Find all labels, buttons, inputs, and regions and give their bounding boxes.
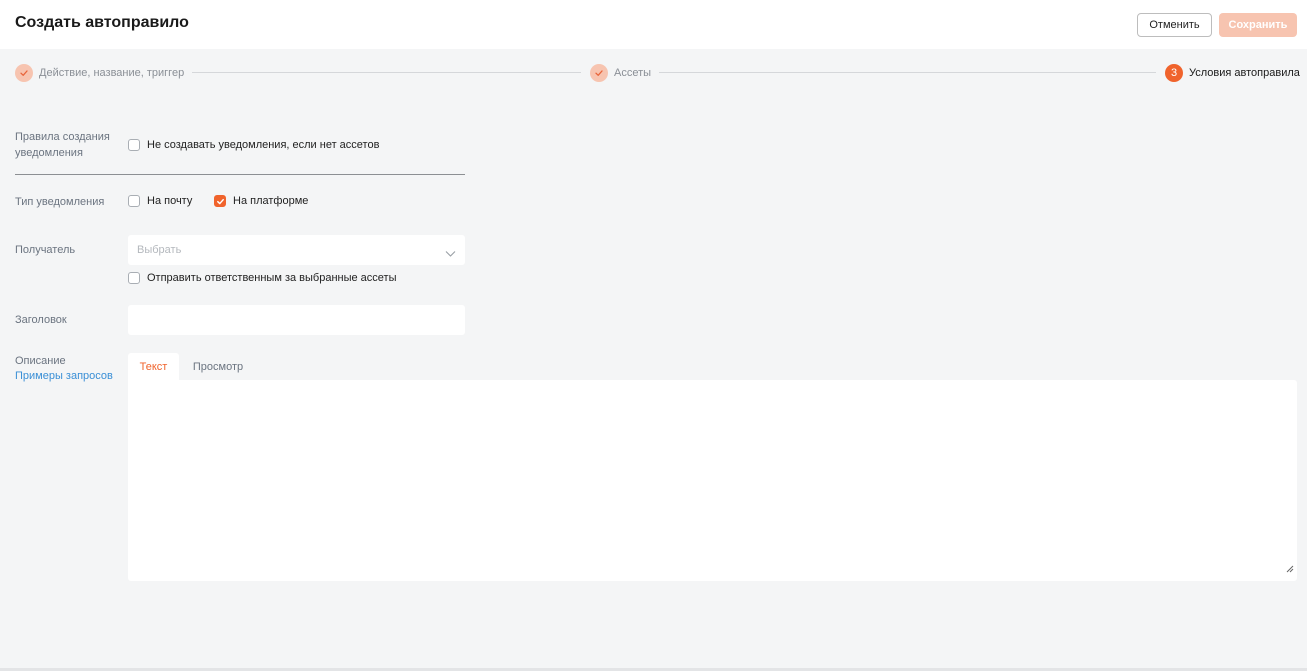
responsible-checkbox[interactable]: [128, 272, 140, 284]
description-label: Описание: [15, 355, 66, 367]
email-checkbox[interactable]: [128, 195, 140, 207]
recipient-label: Получатель: [15, 244, 76, 256]
step-connector: [192, 72, 581, 73]
section-divider: [15, 174, 465, 175]
chevron-down-icon: [445, 245, 456, 263]
step-label: Действие, название, триггер: [39, 67, 185, 79]
email-checkbox-label: На почту: [147, 195, 193, 207]
step-assets[interactable]: Ассеты: [590, 64, 651, 82]
query-examples-link[interactable]: Примеры запросов: [15, 370, 113, 382]
notification-type-label: Тип уведомления: [15, 196, 105, 208]
check-icon: [590, 64, 608, 82]
step-connector: [659, 72, 1156, 73]
step-label: Условия автоправила: [1189, 67, 1300, 79]
save-button[interactable]: Сохранить: [1219, 13, 1297, 37]
no-assets-checkbox-label: Не создавать уведомления, если нет ассет…: [147, 139, 380, 151]
tab-preview[interactable]: Просмотр: [183, 353, 253, 380]
check-icon: [15, 64, 33, 82]
step-number: 3: [1165, 64, 1183, 82]
step-action-name-trigger[interactable]: Действие, название, триггер: [15, 64, 184, 82]
resize-handle-icon[interactable]: [1286, 560, 1294, 578]
page-header: Создать автоправило Отменить Сохранить: [0, 0, 1307, 49]
step-autorule-conditions[interactable]: 3 Условия автоправила: [1165, 64, 1300, 82]
recipient-select[interactable]: Выбрать: [128, 235, 465, 265]
creation-rules-label: Правила создания уведомления: [15, 131, 110, 159]
platform-checkbox[interactable]: [214, 195, 226, 207]
no-assets-checkbox[interactable]: [128, 139, 140, 151]
check-icon: [216, 198, 224, 204]
tab-text[interactable]: Текст: [128, 353, 179, 380]
responsible-checkbox-label: Отправить ответственным за выбранные асс…: [147, 272, 397, 284]
page-title: Создать автоправило: [15, 14, 189, 31]
heading-label: Заголовок: [15, 314, 67, 326]
email-checkbox-row[interactable]: На почту: [128, 195, 192, 207]
heading-input[interactable]: [128, 305, 465, 335]
platform-checkbox-row[interactable]: На платформе: [214, 195, 308, 207]
description-textarea[interactable]: [128, 380, 1297, 581]
no-assets-checkbox-row[interactable]: Не создавать уведомления, если нет ассет…: [128, 139, 379, 151]
cancel-button[interactable]: Отменить: [1137, 13, 1212, 37]
step-label: Ассеты: [614, 67, 652, 79]
platform-checkbox-label: На платформе: [233, 195, 309, 207]
responsible-checkbox-row[interactable]: Отправить ответственным за выбранные асс…: [128, 272, 397, 284]
recipient-select-placeholder: Выбрать: [137, 244, 182, 256]
